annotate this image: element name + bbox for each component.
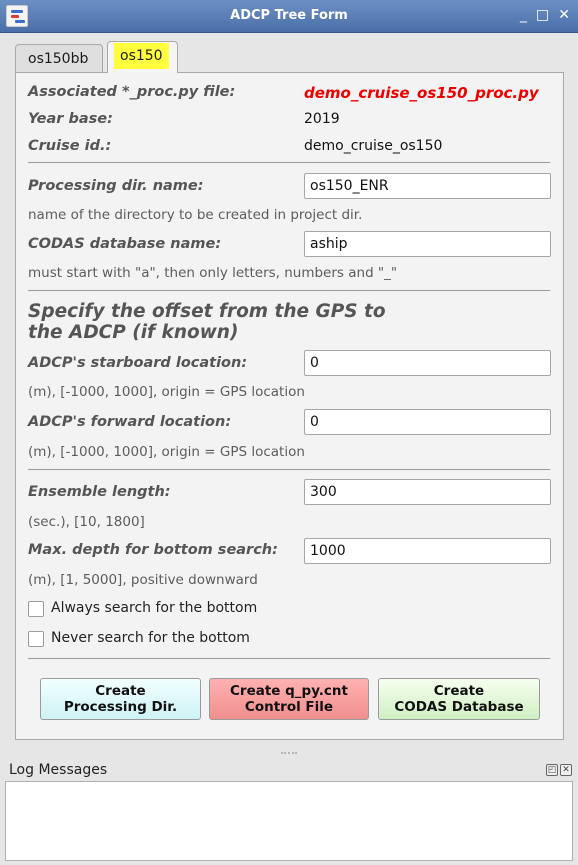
tab-panel: Associated *_proc.py file: demo_cruise_o… <box>15 72 564 740</box>
max-depth-hint: (m), [1, 5000], positive downward <box>28 572 258 588</box>
proc-dir-label: Processing dir. name: <box>28 178 204 194</box>
ensemble-length-label: Ensemble length: <box>28 484 171 500</box>
starboard-input[interactable] <box>304 350 551 376</box>
button-label-line2: Control File <box>244 699 334 715</box>
maximize-icon[interactable]: □ <box>536 7 549 23</box>
year-base-value: 2019 <box>304 111 340 127</box>
offset-heading: Specify the offset from the GPS to the A… <box>28 301 386 343</box>
proc-file-value: demo_cruise_os150_proc.py <box>304 84 539 102</box>
float-panel-icon[interactable]: ◰ <box>546 764 558 776</box>
forward-hint: (m), [-1000, 1000], origin = GPS locatio… <box>28 444 305 460</box>
starboard-hint: (m), [-1000, 1000], origin = GPS locatio… <box>28 384 305 400</box>
create-control-file-button[interactable]: Create q_py.cnt Control File <box>209 678 369 720</box>
divider <box>28 290 550 291</box>
minimize-icon[interactable]: _ <box>520 7 527 23</box>
divider <box>28 469 550 470</box>
cruise-id-label: Cruise id.: <box>28 138 112 154</box>
always-search-checkbox[interactable] <box>28 601 44 617</box>
proc-dir-hint: name of the directory to be created in p… <box>28 207 363 223</box>
never-search-label[interactable]: Never search for the bottom <box>51 630 250 646</box>
forward-input[interactable] <box>304 409 551 435</box>
button-label-line1: Create <box>95 683 146 699</box>
never-search-checkbox[interactable] <box>28 631 44 647</box>
pane-splitter-handle[interactable] <box>281 752 297 755</box>
tab-os150bb[interactable]: os150bb <box>15 44 103 72</box>
offset-heading-line1: Specify the offset from the GPS to <box>28 301 386 322</box>
forward-label: ADCP's forward location: <box>28 414 232 430</box>
window-title: ADCP Tree Form <box>230 8 348 23</box>
close-panel-icon[interactable]: ✕ <box>560 764 572 776</box>
button-label-line2: CODAS Database <box>394 699 524 715</box>
log-messages-title: Log Messages <box>9 762 108 778</box>
tab-label: os150bb <box>28 51 89 67</box>
proc-file-label: Associated *_proc.py file: <box>28 84 236 100</box>
starboard-label: ADCP's starboard location: <box>28 355 248 371</box>
cruise-id-value: demo_cruise_os150 <box>304 138 443 154</box>
create-processing-dir-button[interactable]: Create Processing Dir. <box>40 678 201 720</box>
button-label-line2: Processing Dir. <box>63 699 178 715</box>
ensemble-length-input[interactable] <box>304 479 551 505</box>
max-depth-input[interactable] <box>304 538 551 564</box>
ensemble-length-hint: (sec.), [10, 1800] <box>28 514 145 530</box>
proc-dir-input[interactable] <box>304 173 551 199</box>
create-codas-database-button[interactable]: Create CODAS Database <box>378 678 540 720</box>
button-label-line1: Create <box>433 683 485 699</box>
offset-heading-line2: the ADCP (if known) <box>28 322 239 343</box>
tab-os150[interactable]: os150 <box>107 41 178 73</box>
codas-hint: must start with "a", then only letters, … <box>28 265 398 281</box>
max-depth-label: Max. depth for bottom search: <box>28 542 278 558</box>
year-base-label: Year base: <box>28 111 113 127</box>
window-titlebar: ADCP Tree Form _ □ ✕ <box>0 0 578 33</box>
tab-label: os150 <box>114 43 169 69</box>
log-messages-area[interactable] <box>5 781 573 861</box>
divider <box>28 658 550 659</box>
button-label-line1: Create q_py.cnt <box>230 683 348 699</box>
codas-input[interactable] <box>304 231 551 257</box>
close-icon[interactable]: ✕ <box>558 7 570 23</box>
always-search-label[interactable]: Always search for the bottom <box>51 600 257 616</box>
divider <box>28 162 550 163</box>
codas-label: CODAS database name: <box>28 236 222 252</box>
